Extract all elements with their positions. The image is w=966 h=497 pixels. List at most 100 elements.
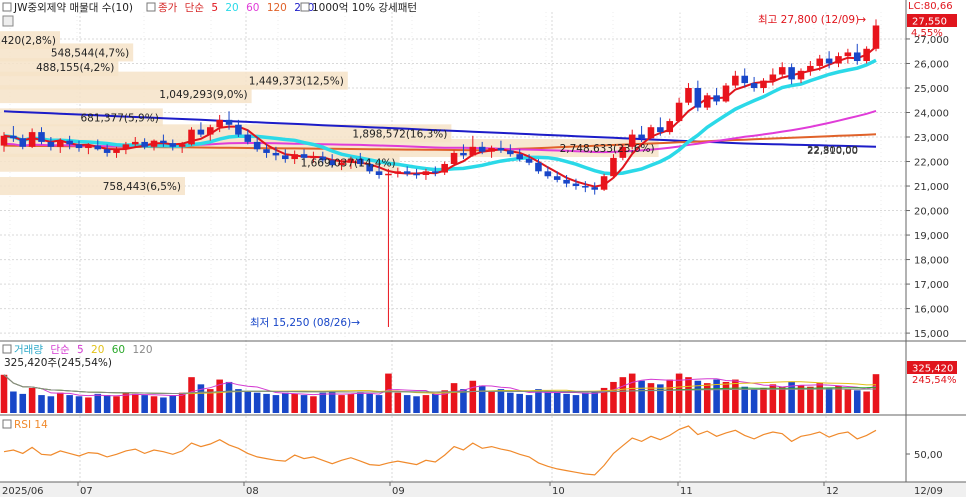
rsi-label[interactable]: RSI 14 xyxy=(14,419,48,431)
candle-down xyxy=(516,154,523,160)
volume-bar xyxy=(225,381,233,413)
candle-down xyxy=(657,127,664,133)
volume-profile-label: 681,377(5,9%) xyxy=(81,112,159,124)
candle-down xyxy=(713,95,720,102)
candle-down xyxy=(169,143,177,147)
settings-icon[interactable] xyxy=(2,2,12,12)
x-axis-label: 12 xyxy=(826,486,839,497)
candle-down xyxy=(225,119,233,125)
price-tick-label: 19,000 xyxy=(914,231,949,242)
candle-up xyxy=(732,75,739,86)
volume-bar xyxy=(169,395,177,413)
x-axis-label: 11 xyxy=(680,486,693,497)
volume-legend-5: 5 xyxy=(77,344,84,356)
candle-up xyxy=(291,154,298,160)
volume-bar xyxy=(19,393,27,413)
candle-up xyxy=(206,127,214,135)
volume-bar xyxy=(85,397,92,413)
ma-legend-simple: 단순 xyxy=(185,2,205,14)
volume-legend-120: 120 xyxy=(132,344,152,356)
volume-bar xyxy=(141,395,148,413)
volume-ma-legend[interactable]: 거래량 단순 5 20 60 120 xyxy=(14,344,153,356)
volume-bar xyxy=(750,389,758,413)
candle-up xyxy=(122,144,130,150)
candle-down xyxy=(478,146,486,152)
ma-legend-120: 120 xyxy=(267,2,287,14)
x-axis-label: 09 xyxy=(392,486,405,497)
current-volume: 325,420 xyxy=(912,364,953,375)
candle-up xyxy=(807,65,814,71)
volume-profile-label: 1,898,572(16,3%) xyxy=(352,128,447,140)
volume-bar xyxy=(685,377,692,413)
volume-bar xyxy=(310,396,317,413)
candle-down xyxy=(413,173,420,176)
rsi-settings-icon[interactable] xyxy=(2,419,12,429)
candle-down xyxy=(591,187,598,190)
volume-bar xyxy=(66,395,73,413)
volume-bar xyxy=(844,389,852,413)
volume-bar xyxy=(0,374,8,413)
volume-bar xyxy=(807,386,814,413)
candle-down xyxy=(253,141,261,150)
high-arrow: → xyxy=(857,13,866,26)
pattern-settings-icon[interactable] xyxy=(300,2,310,12)
candle-down xyxy=(244,134,252,142)
candle-up xyxy=(647,127,655,139)
volume-bar xyxy=(244,391,252,413)
price-tick-label: 17,000 xyxy=(914,280,949,291)
lc-label: LC:80,66 xyxy=(908,1,953,12)
volume-bar xyxy=(366,393,373,413)
stock-label[interactable]: JW중외제약 매물대 수(10) xyxy=(13,2,133,14)
candle-up xyxy=(778,67,786,75)
candle-down xyxy=(582,186,589,188)
grid-toggle-icon[interactable] xyxy=(2,15,14,27)
volume-bar xyxy=(544,391,552,413)
price-tick-label: 20,000 xyxy=(914,207,949,218)
volume-bar xyxy=(56,392,64,413)
candle-up xyxy=(113,149,120,153)
price-line-label: 22,310,00 xyxy=(807,146,858,157)
price-tick-label: 21,000 xyxy=(914,182,949,193)
candle-up xyxy=(797,70,805,80)
candle-up xyxy=(769,74,777,81)
right-axis-background xyxy=(906,0,966,497)
candle-down xyxy=(160,140,167,144)
candle-up xyxy=(150,140,158,147)
ma-settings-icon[interactable] xyxy=(146,2,156,12)
candle-down xyxy=(94,145,102,150)
volume-bar xyxy=(778,386,786,413)
volume-bar xyxy=(535,389,542,413)
volume-bar xyxy=(450,383,458,413)
candle-down xyxy=(75,144,83,149)
candle-down xyxy=(197,129,205,135)
pattern-label[interactable]: 1000억 10% 강세패턴 xyxy=(312,2,417,14)
volume-bar xyxy=(628,373,636,413)
volume-bar xyxy=(432,393,439,413)
current-price: 27,550 xyxy=(912,17,947,28)
volume-bar xyxy=(619,377,627,413)
volume-bar xyxy=(422,395,430,413)
current-volume-ratio: 245,54% xyxy=(912,375,957,386)
volume-bar xyxy=(638,380,645,413)
candle-up xyxy=(844,52,852,57)
volume-bar xyxy=(113,396,120,413)
volume-bar xyxy=(553,392,561,413)
x-axis-label: 12/09 xyxy=(914,486,943,497)
price-tick-label: 15,000 xyxy=(914,329,949,340)
candle-down xyxy=(272,152,280,156)
volume-bar xyxy=(582,392,589,413)
candle-down xyxy=(103,149,111,153)
volume-profile-label: 548,544(4,7%) xyxy=(51,47,129,59)
volume-bar xyxy=(375,395,383,413)
candle-down xyxy=(825,58,833,64)
candle-down xyxy=(141,141,148,147)
volume-bar xyxy=(328,391,336,413)
volume-bar xyxy=(188,377,195,413)
volume-bar xyxy=(75,396,83,413)
volume-bar xyxy=(94,393,102,413)
candle-up xyxy=(450,152,458,164)
candle-down xyxy=(507,150,514,155)
candle-up xyxy=(188,129,195,145)
x-axis-label: 07 xyxy=(80,486,93,497)
volume-settings-icon[interactable] xyxy=(2,344,12,354)
